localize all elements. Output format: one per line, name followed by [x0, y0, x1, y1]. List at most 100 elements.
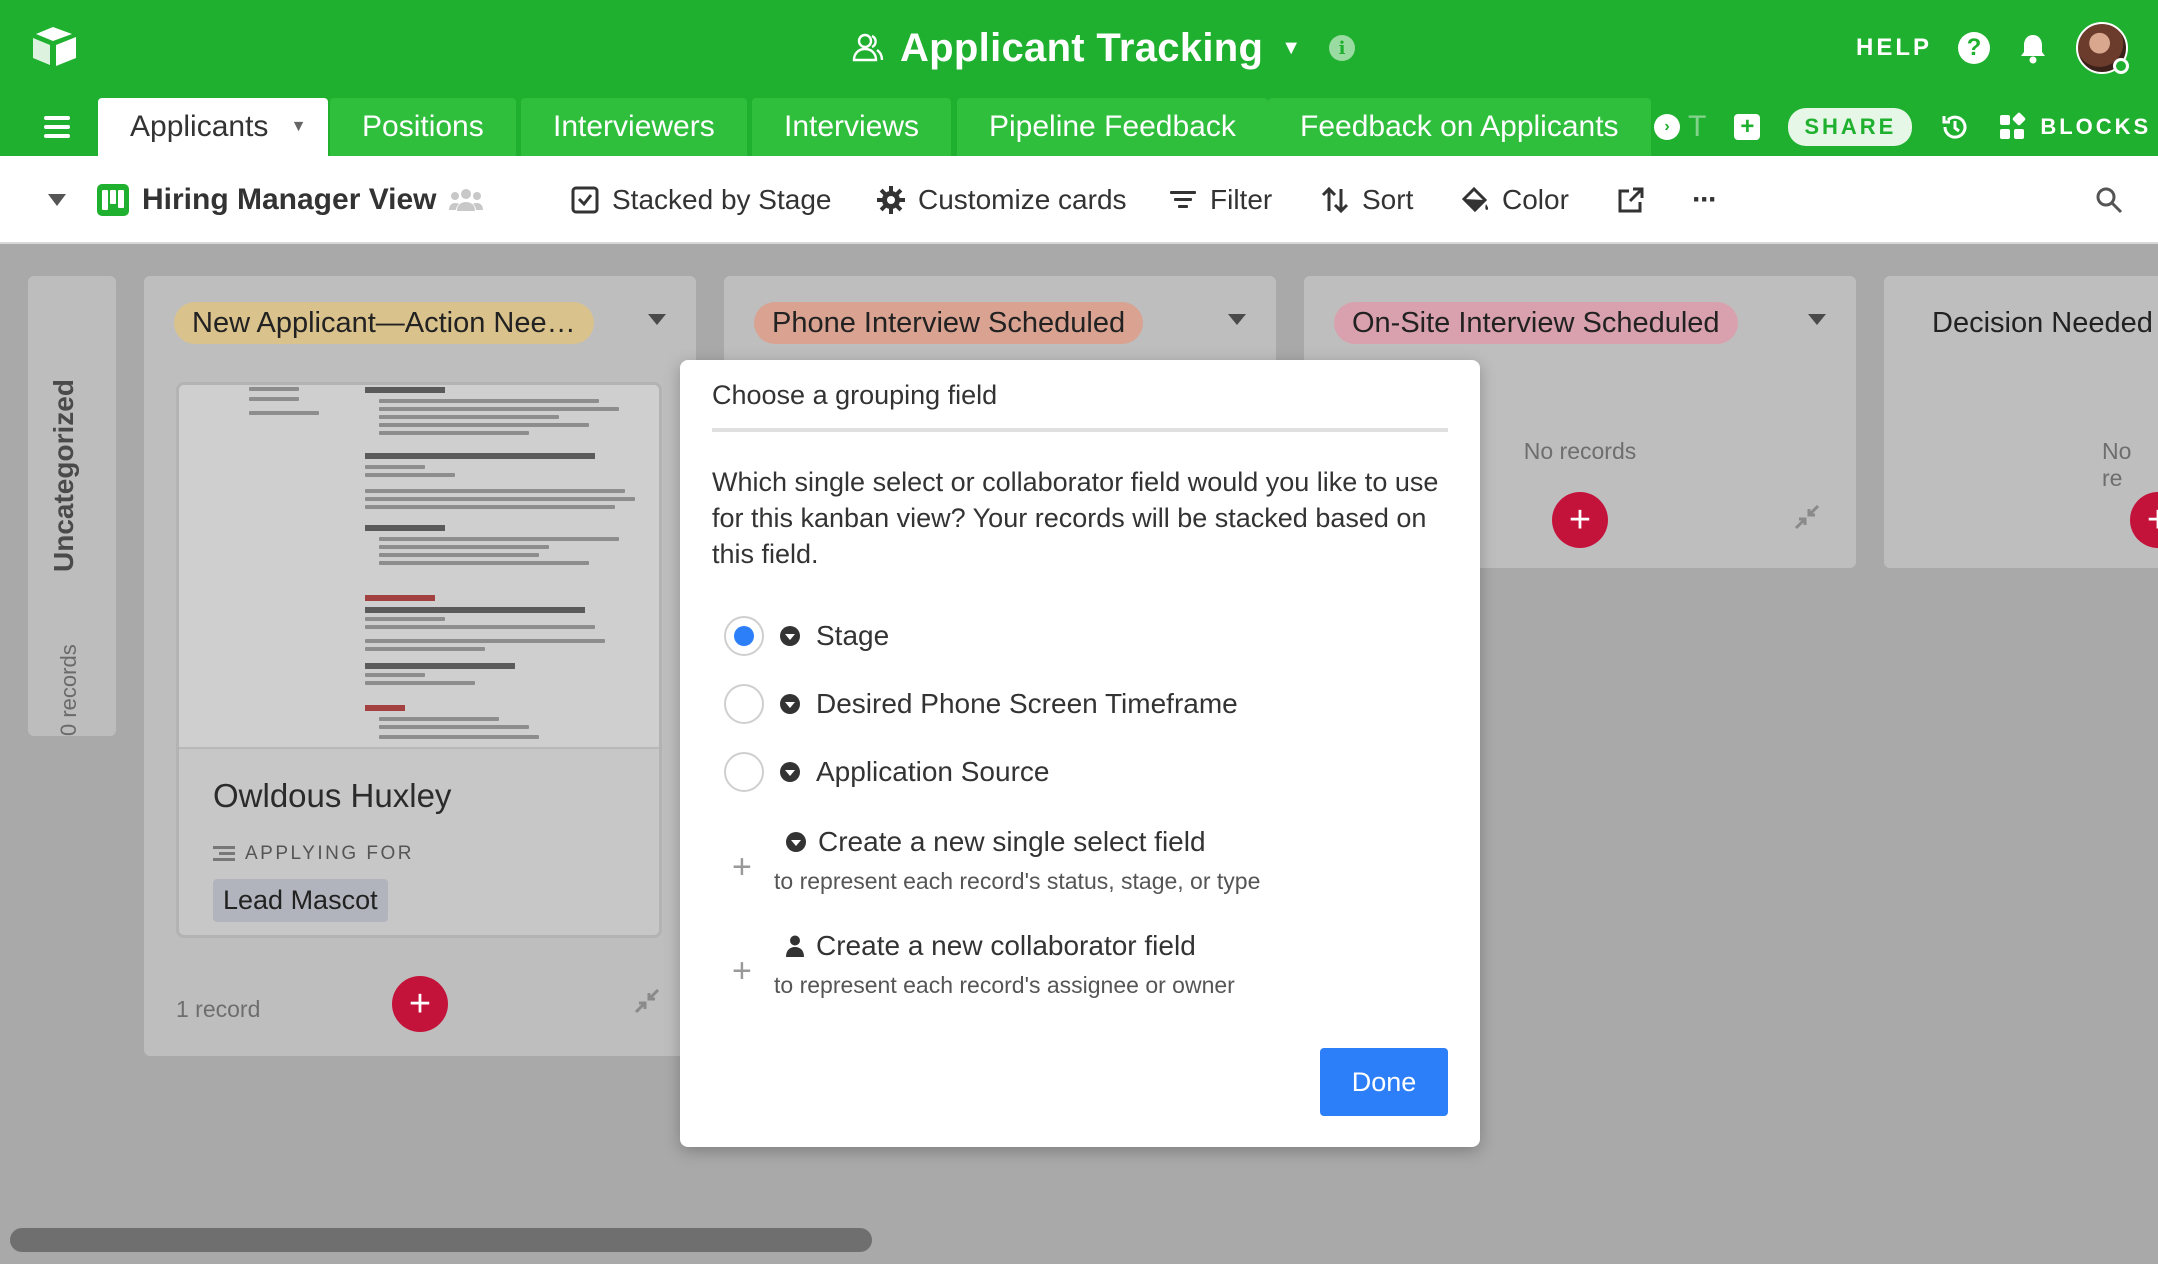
tab-positions[interactable]: Positions [330, 98, 516, 156]
resume-attachment-thumbnail [179, 385, 659, 749]
shared-base-icon [852, 33, 884, 62]
done-button[interactable]: Done [1320, 1048, 1448, 1116]
collaborator-icon [786, 935, 804, 957]
table-tabs-bar: Applicants ▼ Positions Interviewers Inte… [0, 98, 2158, 156]
plus-icon: + [732, 952, 752, 990]
column-menu-caret-icon[interactable] [648, 314, 666, 325]
column-title[interactable]: Decision Needed [1884, 302, 2158, 344]
stacked-by-button[interactable]: Stacked by Stage [570, 156, 831, 244]
info-icon[interactable]: i [1329, 35, 1356, 61]
single-select-icon [780, 762, 800, 782]
single-select-icon [780, 694, 800, 714]
kanban-column-decision-needed: Decision Needed No re + [1884, 276, 2158, 568]
column-title[interactable]: Phone Interview Scheduled [754, 302, 1144, 344]
add-record-button[interactable]: + [1552, 492, 1608, 548]
share-view-button[interactable] [1616, 156, 1646, 244]
field-label-text: APPLYING FOR [245, 843, 415, 864]
grouping-option-stage[interactable]: Stage [724, 616, 889, 656]
checkbox-stack-icon [571, 186, 599, 214]
app-bar: Applicant Tracking ▼ i HELP ? [0, 0, 2158, 98]
create-option-title-row: Create a new single select field [786, 826, 1206, 858]
tab-label: Interviewers [553, 110, 715, 143]
airtable-logo-icon[interactable] [30, 24, 82, 72]
collaborative-view-icon [448, 189, 483, 211]
create-option-title-row: Create a new collaborator field [786, 930, 1196, 962]
notifications-bell-icon[interactable] [2016, 31, 2050, 65]
blocks-icon [2000, 112, 2026, 139]
tab-label: Feedback on Applicants [1300, 110, 1619, 143]
external-link-icon [1618, 187, 1644, 213]
add-record-button[interactable]: + [2130, 492, 2158, 548]
base-title[interactable]: Applicant Tracking ▼ i [850, 22, 1356, 74]
collapse-stack-icon[interactable] [1794, 504, 1820, 530]
help-icon[interactable]: ? [1958, 32, 1990, 64]
tab-feedback-on-applicants[interactable]: Feedback on Applicants [1268, 98, 1651, 156]
share-button[interactable]: SHARE [1788, 108, 1913, 146]
collapse-stack-icon[interactable] [634, 988, 660, 1014]
gear-icon [877, 186, 905, 214]
chevron-down-icon[interactable]: ▼ [1281, 37, 1301, 60]
kanban-column-new-applicant: New Applicant—Action Nee… Owldous Huxley… [144, 276, 696, 1056]
radio-unselected[interactable] [724, 752, 764, 792]
tab-interviews[interactable]: Interviews [752, 98, 952, 156]
grouping-option-desired-phone-screen-timeframe[interactable]: Desired Phone Screen Timeframe [724, 684, 1238, 724]
customize-cards-label: Customize cards [918, 184, 1127, 215]
chevron-down-icon[interactable]: ▼ [291, 118, 307, 136]
search-button[interactable] [2094, 156, 2124, 244]
create-option-subtitle: to represent each record's assignee or o… [774, 972, 1235, 998]
radio-unselected[interactable] [724, 684, 764, 724]
chevron-down-icon[interactable] [48, 194, 66, 206]
sort-button[interactable]: Sort [1320, 156, 1413, 244]
create-option-title: Create a new single select field [818, 826, 1206, 857]
dialog-title: Choose a grouping field [712, 380, 998, 410]
option-label: Application Source [816, 756, 1050, 787]
column-title[interactable]: On-Site Interview Scheduled [1334, 302, 1738, 344]
top-right-controls: HELP ? [1856, 22, 2129, 74]
more-options-button[interactable]: ··· [1692, 156, 1718, 244]
search-icon [2096, 187, 2123, 214]
base-title-text[interactable]: Applicant Tracking [900, 26, 1263, 71]
column-menu-caret-icon[interactable] [1808, 314, 1826, 325]
tab-extras: › T + SHARE BLOCKS [1654, 98, 2151, 156]
sort-icon [1321, 186, 1349, 214]
option-label: Stage [816, 620, 890, 651]
tab-label: Interviews [784, 110, 920, 143]
user-avatar[interactable] [2076, 22, 2129, 74]
uncategorized-label: Uncategorized [48, 379, 79, 572]
overflow-tab-label[interactable]: T [1688, 110, 1706, 144]
linked-record-pill[interactable]: Lead Mascot [213, 879, 388, 922]
tab-pipeline-feedback[interactable]: Pipeline Feedback [957, 98, 1268, 156]
add-record-button[interactable]: + [392, 976, 448, 1032]
single-select-icon [786, 832, 806, 852]
stack-record-count: 1 record [176, 996, 261, 1022]
filter-button[interactable]: Filter [1168, 156, 1272, 244]
column-menu-caret-icon[interactable] [1228, 314, 1246, 325]
uncategorized-stack-collapsed[interactable]: Uncategorized 0 records [28, 276, 116, 736]
tab-applicants[interactable]: Applicants ▼ [98, 98, 329, 156]
add-table-icon[interactable]: + [1734, 114, 1761, 140]
plus-icon: + [732, 848, 752, 886]
view-toolbar: Hiring Manager View Stacked by Stage Cus… [0, 156, 2158, 244]
record-card[interactable]: Owldous Huxley APPLYING FOR Lead Mascot [176, 382, 662, 938]
hamburger-menu-icon[interactable] [44, 116, 70, 138]
scroll-tabs-right-icon[interactable]: › [1654, 114, 1680, 140]
radio-selected[interactable] [724, 616, 764, 656]
uncategorized-count: 0 records [56, 644, 81, 736]
tab-interviewers[interactable]: Interviewers [521, 98, 747, 156]
customize-cards-button[interactable]: Customize cards [876, 156, 1127, 244]
history-icon[interactable] [1940, 112, 1970, 142]
help-link[interactable]: HELP [1856, 34, 1932, 62]
grouping-option-application-source[interactable]: Application Source [724, 752, 1049, 792]
dialog-description: Which single select or collaborator fiel… [712, 467, 1439, 569]
blocks-label: BLOCKS [2040, 114, 2152, 139]
column-title[interactable]: New Applicant—Action Nee… [174, 302, 594, 344]
single-select-icon [780, 626, 800, 646]
grouping-field-dialog: Choose a grouping field Which single sel… [680, 360, 1480, 1147]
sort-label: Sort [1362, 184, 1414, 215]
views-sidebar-toggle[interactable] [48, 156, 66, 244]
view-switcher[interactable]: Hiring Manager View [96, 156, 483, 244]
empty-stack-text: No re [2102, 438, 2132, 491]
horizontal-scrollbar[interactable] [10, 1228, 872, 1252]
blocks-button[interactable]: BLOCKS [1998, 112, 2151, 142]
color-button[interactable]: Color [1460, 156, 1569, 244]
